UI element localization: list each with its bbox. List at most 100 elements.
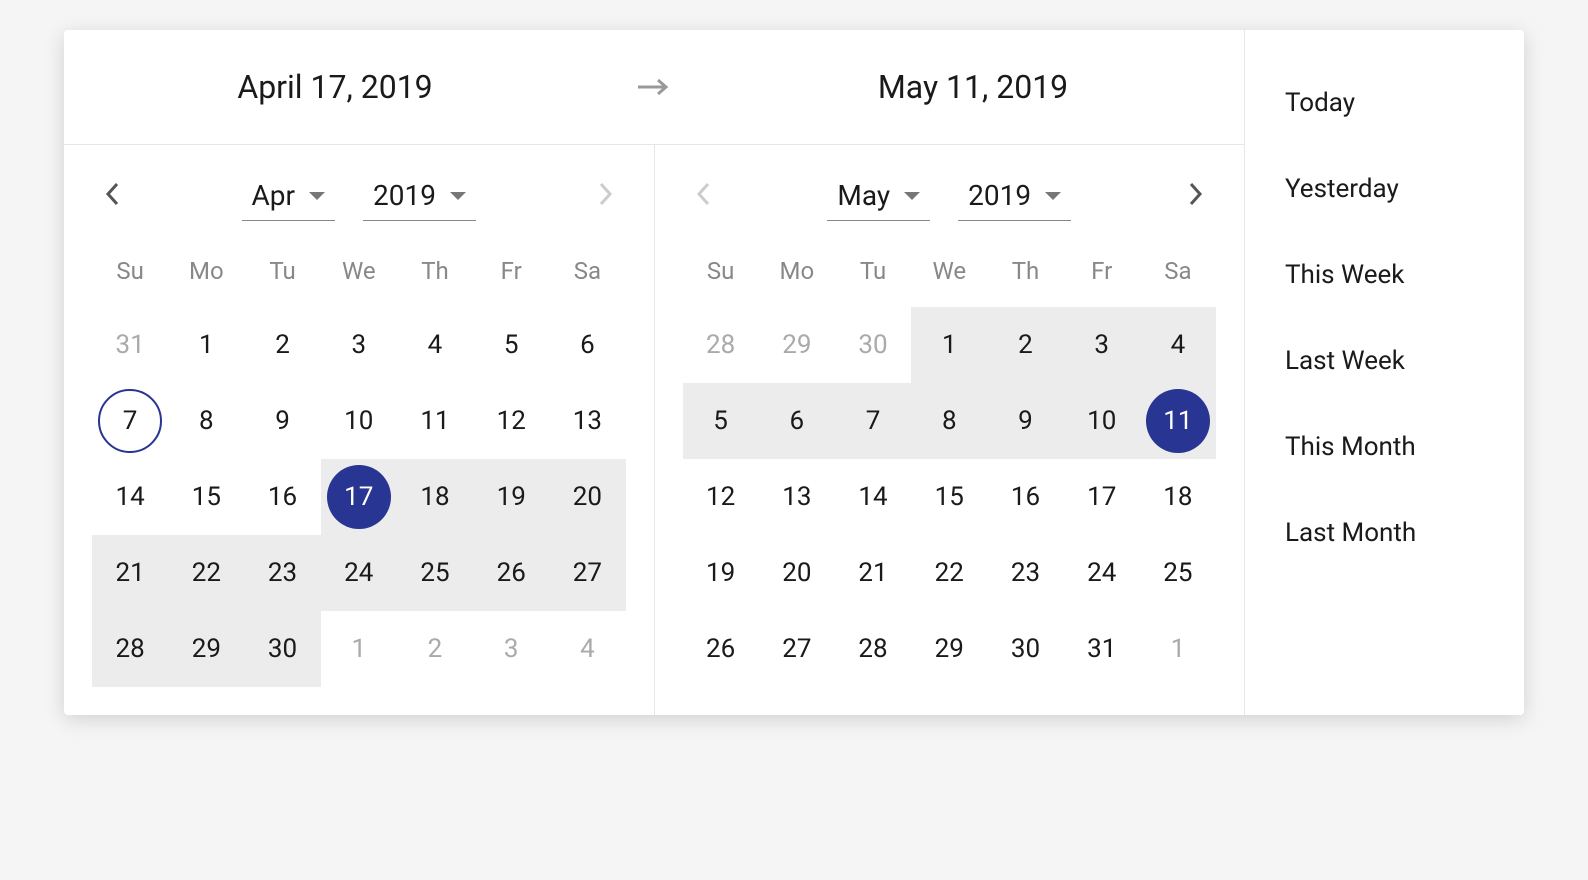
calendar-day[interactable]: 6 <box>759 383 835 459</box>
calendar-day[interactable]: 4 <box>397 307 473 383</box>
calendar-day[interactable]: 29 <box>911 611 987 687</box>
calendar-day[interactable]: 14 <box>835 459 911 535</box>
day-number: 19 <box>479 465 543 529</box>
calendar-day[interactable]: 22 <box>168 535 244 611</box>
preset-option[interactable]: This Month <box>1285 404 1484 490</box>
calendar-day[interactable]: 12 <box>473 383 549 459</box>
calendar-day[interactable]: 26 <box>683 611 759 687</box>
calendar-day[interactable]: 3 <box>473 611 549 687</box>
calendar-day[interactable]: 25 <box>1140 535 1216 611</box>
calendars-container: Apr2019SuMoTuWeThFrSa3112345678910111213… <box>64 145 1244 715</box>
calendar-day[interactable]: 20 <box>759 535 835 611</box>
month-select[interactable]: May <box>827 173 930 221</box>
calendar-day[interactable]: 24 <box>1064 535 1140 611</box>
day-number: 16 <box>993 465 1057 529</box>
calendar-day[interactable]: 27 <box>759 611 835 687</box>
calendar-day[interactable]: 2 <box>244 307 320 383</box>
calendar-day[interactable]: 30 <box>244 611 320 687</box>
calendar-day[interactable]: 30 <box>987 611 1063 687</box>
calendar-day[interactable]: 5 <box>683 383 759 459</box>
next-month-button[interactable] <box>1176 180 1216 215</box>
calendar-day[interactable]: 13 <box>549 383 625 459</box>
date-range-picker: April 17, 2019 May 11, 2019 Apr2019SuMoT… <box>64 30 1524 715</box>
calendar-day[interactable]: 17 <box>321 459 397 535</box>
calendar-day[interactable]: 23 <box>244 535 320 611</box>
calendar-day[interactable]: 19 <box>683 535 759 611</box>
calendar-day[interactable]: 9 <box>987 383 1063 459</box>
year-label: 2019 <box>968 179 1031 212</box>
preset-option[interactable]: This Week <box>1285 232 1484 318</box>
day-number: 23 <box>993 541 1057 605</box>
calendar-day[interactable]: 24 <box>321 535 397 611</box>
calendar-day[interactable]: 30 <box>835 307 911 383</box>
calendar-day[interactable]: 7 <box>92 383 168 459</box>
calendar-day[interactable]: 10 <box>1064 383 1140 459</box>
calendar-day[interactable]: 6 <box>549 307 625 383</box>
calendar-day[interactable]: 26 <box>473 535 549 611</box>
calendar-day[interactable]: 3 <box>321 307 397 383</box>
calendar-day[interactable]: 23 <box>987 535 1063 611</box>
calendar-day[interactable]: 11 <box>1140 383 1216 459</box>
calendar-day[interactable]: 20 <box>549 459 625 535</box>
calendar-day[interactable]: 31 <box>1064 611 1140 687</box>
calendar-day[interactable]: 28 <box>92 611 168 687</box>
calendar-day[interactable]: 21 <box>92 535 168 611</box>
year-select[interactable]: 2019 <box>363 173 476 221</box>
day-number: 29 <box>174 617 238 681</box>
preset-option[interactable]: Today <box>1285 60 1484 146</box>
calendar-day[interactable]: 4 <box>549 611 625 687</box>
day-number: 29 <box>765 313 829 377</box>
calendar-day[interactable]: 29 <box>168 611 244 687</box>
calendar-day[interactable]: 28 <box>835 611 911 687</box>
day-number: 25 <box>1146 541 1210 605</box>
weekday-header: We <box>321 245 397 297</box>
calendar-nav: May 2019 <box>683 163 1217 245</box>
calendar-day[interactable]: 16 <box>987 459 1063 535</box>
calendar-day[interactable]: 2 <box>987 307 1063 383</box>
start-date-display: April 17, 2019 <box>64 68 606 106</box>
calendar-day[interactable]: 1 <box>168 307 244 383</box>
calendar-day[interactable]: 17 <box>1064 459 1140 535</box>
calendar-day[interactable]: 1 <box>321 611 397 687</box>
calendar-day[interactable]: 28 <box>683 307 759 383</box>
calendar-day[interactable]: 19 <box>473 459 549 535</box>
calendar-day[interactable]: 16 <box>244 459 320 535</box>
calendar-day[interactable]: 12 <box>683 459 759 535</box>
calendar-body: 3112345678910111213141516171819202122232… <box>92 307 626 687</box>
calendar-day[interactable]: 13 <box>759 459 835 535</box>
calendar-day[interactable]: 9 <box>244 383 320 459</box>
calendar-day[interactable]: 31 <box>92 307 168 383</box>
calendar-day[interactable]: 8 <box>911 383 987 459</box>
calendar-day[interactable]: 21 <box>835 535 911 611</box>
calendar-day[interactable]: 3 <box>1064 307 1140 383</box>
year-select[interactable]: 2019 <box>958 173 1071 221</box>
calendar-day[interactable]: 15 <box>168 459 244 535</box>
calendar-day[interactable]: 5 <box>473 307 549 383</box>
calendar-day[interactable]: 27 <box>549 535 625 611</box>
calendar-day[interactable]: 8 <box>168 383 244 459</box>
prev-month-button[interactable] <box>92 180 132 215</box>
calendar-day[interactable]: 1 <box>911 307 987 383</box>
calendar-day[interactable]: 15 <box>911 459 987 535</box>
day-number: 28 <box>841 617 905 681</box>
month-select[interactable]: Apr <box>242 173 335 221</box>
day-number: 7 <box>98 389 162 453</box>
calendar-day[interactable]: 4 <box>1140 307 1216 383</box>
preset-option[interactable]: Last Week <box>1285 318 1484 404</box>
calendar-day[interactable]: 22 <box>911 535 987 611</box>
calendar-day[interactable]: 29 <box>759 307 835 383</box>
calendar-day[interactable]: 14 <box>92 459 168 535</box>
calendar-day[interactable]: 7 <box>835 383 911 459</box>
calendar-day[interactable]: 10 <box>321 383 397 459</box>
day-number: 14 <box>841 465 905 529</box>
day-number: 11 <box>1146 389 1210 453</box>
calendar-day[interactable]: 25 <box>397 535 473 611</box>
calendar-day[interactable]: 18 <box>1140 459 1216 535</box>
preset-option[interactable]: Yesterday <box>1285 146 1484 232</box>
calendar-day[interactable]: 11 <box>397 383 473 459</box>
calendar-day[interactable]: 1 <box>1140 611 1216 687</box>
day-number: 16 <box>251 465 315 529</box>
calendar-day[interactable]: 2 <box>397 611 473 687</box>
preset-option[interactable]: Last Month <box>1285 490 1484 576</box>
calendar-day[interactable]: 18 <box>397 459 473 535</box>
